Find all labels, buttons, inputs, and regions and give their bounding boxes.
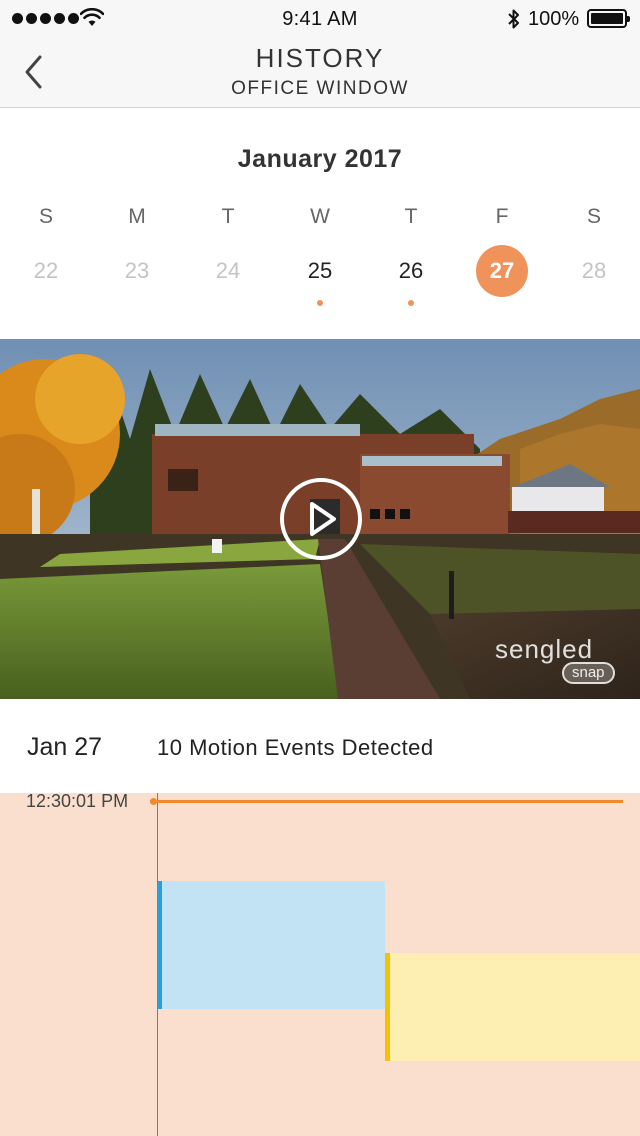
- status-bar: 9:41 AM 100%: [0, 0, 640, 40]
- weekday-label: S: [38, 205, 53, 228]
- week-calendar: January 2017 S M T W T F S 22 23 24 25 2…: [0, 109, 640, 339]
- weekday-label: M: [128, 205, 146, 228]
- day-22[interactable]: 22: [20, 245, 72, 297]
- battery-percent: 100%: [528, 8, 580, 30]
- event-summary: 10 Motion Events Detected: [157, 735, 434, 760]
- weekday-label: T: [221, 205, 235, 228]
- event-indicator-dot: [408, 300, 414, 306]
- motion-event-block[interactable]: [385, 953, 640, 1061]
- day-28[interactable]: 28: [568, 245, 620, 297]
- page-title: HISTORY: [255, 43, 385, 73]
- day-23[interactable]: 23: [111, 245, 163, 297]
- event-header: Jan 27 10 Motion Events Detected: [0, 699, 640, 793]
- event-indicator-dot: [317, 300, 323, 306]
- video-thumbnail[interactable]: sengled snap: [0, 339, 640, 699]
- weekday-label: T: [404, 205, 418, 228]
- battery-icon: [587, 9, 630, 28]
- day-24[interactable]: 24: [202, 245, 254, 297]
- brand-sublogo: snap: [562, 662, 615, 684]
- bluetooth-icon: [508, 9, 519, 29]
- play-button[interactable]: [280, 478, 362, 560]
- nav-bar: HISTORY OFFICE WINDOW: [0, 40, 640, 108]
- day-26[interactable]: 26: [385, 245, 437, 297]
- event-date: Jan 27: [27, 733, 103, 761]
- day-27-selected[interactable]: 27: [476, 245, 528, 297]
- weekday-label: S: [586, 205, 601, 228]
- current-time-marker[interactable]: [150, 798, 623, 805]
- brand-logo: sengled: [495, 634, 594, 664]
- weekday-label: F: [495, 205, 509, 228]
- month-label: January 2017: [237, 145, 403, 173]
- weekday-label: W: [310, 205, 330, 228]
- event-timeline[interactable]: 12:30:01 PM: [0, 791, 640, 1136]
- current-time-label: 12:30:01 PM: [26, 791, 129, 811]
- motion-event-block[interactable]: [157, 881, 385, 1009]
- device-name: OFFICE WINDOW: [231, 78, 409, 99]
- play-circle-icon: [310, 502, 336, 536]
- day-25[interactable]: 25: [294, 245, 346, 297]
